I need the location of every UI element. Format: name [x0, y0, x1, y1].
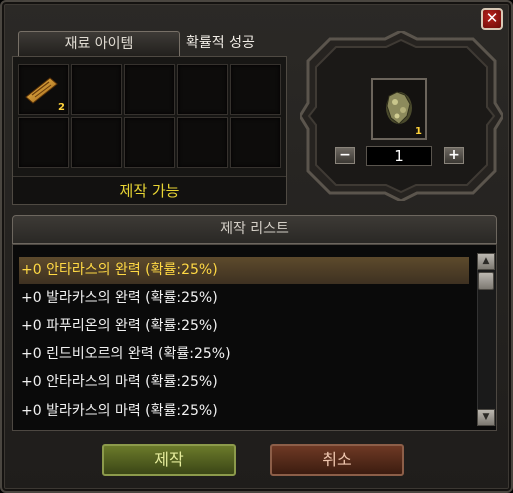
material-slot[interactable]	[177, 117, 228, 168]
craft-list-item[interactable]: +0 안타라스의 마력 (확률:25%)	[19, 369, 469, 396]
increase-button[interactable]: +	[444, 147, 464, 164]
tab-probability[interactable]: 확률적 성공	[186, 31, 296, 56]
craft-list-item[interactable]: +0 발라카스의 완력 (확률:25%)	[19, 285, 469, 312]
material-slot[interactable]	[71, 117, 122, 168]
scroll-down-icon[interactable]: ▼	[477, 409, 495, 426]
craft-button[interactable]: 제작	[102, 444, 236, 476]
material-slot[interactable]	[124, 117, 175, 168]
craft-list-item[interactable]: +0 린드비오르의 완력 (확률:25%)	[19, 341, 469, 368]
craft-list-item[interactable]: +0 안타라스의 완력 (확률:25%)	[19, 257, 469, 284]
tab-materials[interactable]: 재료 아이템	[18, 31, 180, 56]
armor-icon	[386, 91, 412, 125]
scroll-icon	[25, 77, 58, 104]
craft-list-item[interactable]: +0 파푸리온의 완력 (확률:25%)	[19, 313, 469, 340]
material-count: 2	[58, 102, 65, 113]
material-slot[interactable]	[124, 64, 175, 115]
scrollbar-thumb[interactable]	[478, 272, 494, 290]
material-slot[interactable]	[230, 64, 281, 115]
decrease-button[interactable]: −	[335, 147, 355, 164]
result-count: 1	[415, 126, 422, 137]
material-slot[interactable]	[230, 117, 281, 168]
cancel-button[interactable]: 취소	[270, 444, 404, 476]
craft-list-item[interactable]: +0 발라카스의 마력 (확률:25%)	[19, 398, 469, 425]
quantity-input[interactable]: 1	[366, 146, 432, 166]
close-button[interactable]: ✕	[481, 8, 503, 30]
material-slot[interactable]	[177, 64, 228, 115]
material-slot[interactable]	[71, 64, 122, 115]
craftable-status: 제작 가능	[13, 176, 286, 204]
material-panel: 2 제작 가능	[12, 56, 287, 205]
material-slot[interactable]: 2	[18, 64, 69, 115]
craft-list-title: 제작 리스트	[12, 215, 497, 244]
material-slot[interactable]	[18, 117, 69, 168]
scroll-up-icon[interactable]: ▲	[477, 253, 495, 270]
result-slot[interactable]: 1	[371, 78, 427, 140]
craft-list: +0 안타라스의 완력 (확률:25%) +0 발라카스의 완력 (확률:25%…	[12, 244, 497, 431]
